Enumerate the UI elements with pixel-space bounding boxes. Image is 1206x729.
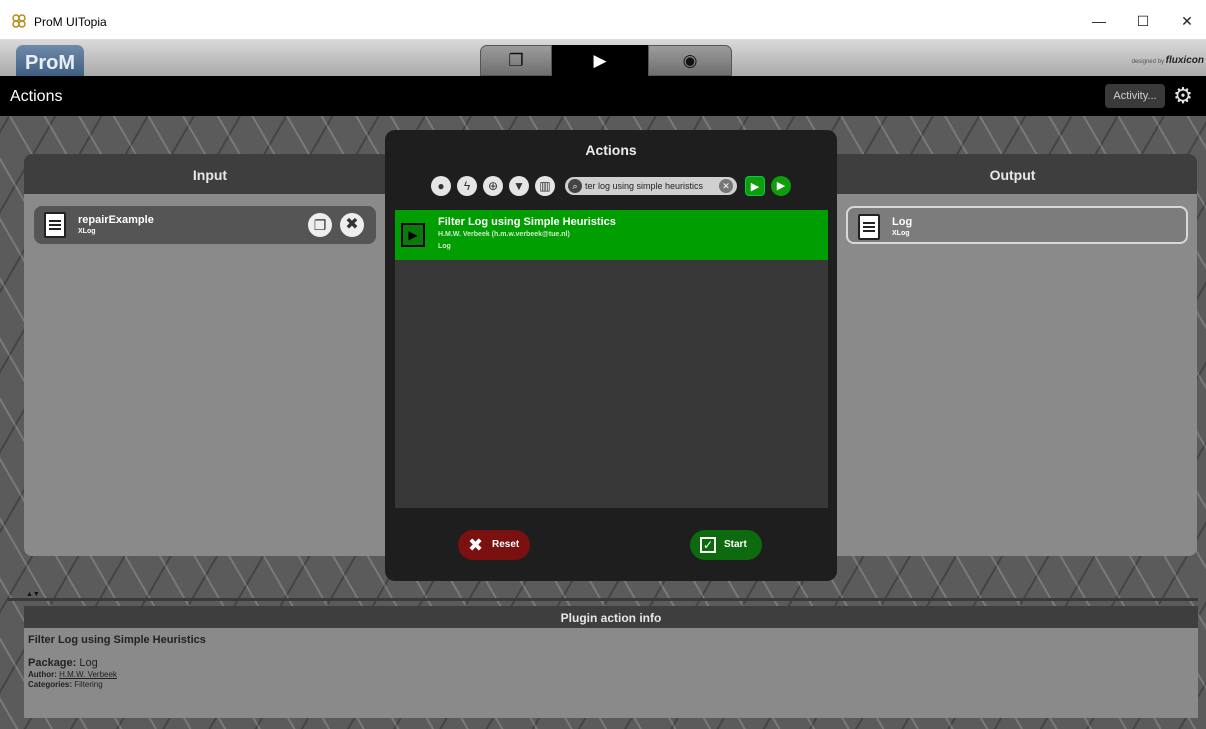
input-item-type: XLog <box>78 228 96 235</box>
funnel-icon[interactable]: ▼ <box>509 176 529 196</box>
input-item[interactable]: repairExample XLog ❐ ✖ <box>34 206 376 244</box>
tab-workspace[interactable]: ❐ <box>480 45 552 76</box>
maximize-button[interactable]: ☐ <box>1126 8 1160 34</box>
view-tabs: ❐ ▶ ◉ <box>480 45 732 76</box>
checkbox-icon: ✓ <box>700 537 716 553</box>
remove-button[interactable]: ✖ <box>340 213 364 237</box>
plus-circle-icon[interactable]: ⊕ <box>483 176 503 196</box>
output-item-type: XLog <box>892 230 910 237</box>
list-item[interactable]: ▶ Filter Log using Simple Heuristics H.M… <box>395 210 828 260</box>
designed-by-credit: designed by fluxicon <box>1132 55 1204 66</box>
plugin-info-title: Plugin action info <box>24 606 1198 628</box>
input-item-name: repairExample <box>78 214 154 226</box>
close-window-button[interactable]: ✕ <box>1170 8 1204 34</box>
fluxicon-logo: fluxicon <box>1165 55 1204 66</box>
package-label: Package: <box>28 657 77 669</box>
actions-bar: Actions <box>0 76 1206 116</box>
bolt-icon[interactable]: ϟ <box>457 176 477 196</box>
dialog-title: Actions <box>585 142 637 158</box>
search-box: ⌕ ✕ <box>565 177 737 195</box>
prom-logo: ProM <box>16 45 84 76</box>
start-label: Start <box>724 539 747 550</box>
search-icon: ⌕ <box>568 179 582 193</box>
categories-value: Filtering <box>74 680 103 689</box>
action-package: Log <box>438 243 451 250</box>
lightbulb-icon[interactable]: ● <box>431 176 451 196</box>
output-panel-title: Output <box>828 154 1197 194</box>
plugin-info-panel: Plugin action info Filter Log using Simp… <box>24 606 1198 718</box>
window-titlebar: ProM UITopia — ☐ ✕ <box>0 0 1206 40</box>
reset-label: Reset <box>492 539 520 550</box>
action-filter-icon[interactable]: ▶ <box>745 176 765 196</box>
plugin-categories: Categories: Filtering <box>28 680 206 689</box>
split-divider[interactable] <box>8 598 1198 601</box>
output-item-name: Log <box>892 216 913 228</box>
prom-app-icon <box>12 14 26 28</box>
actions-dialog: Actions ● ϟ ⊕ ▼ ▥ ⌕ ✕ ▶ ▶ ▶ Filter Log u… <box>385 130 837 581</box>
categories-label: Categories: <box>28 680 73 689</box>
action-play-icon: ▶ <box>401 223 425 247</box>
action-name: Filter Log using Simple Heuristics <box>438 216 616 228</box>
eye-icon: ◉ <box>682 51 698 70</box>
plugin-package: Package: Log <box>28 657 206 669</box>
author-label: Author: <box>28 670 57 679</box>
copy-button[interactable]: ❐ <box>308 213 332 237</box>
clear-search-icon[interactable]: ✕ <box>719 179 733 193</box>
input-panel-title: Input <box>24 154 396 194</box>
chart-icon[interactable]: ▥ <box>535 176 555 196</box>
author-link[interactable]: H.M.W. Verbeek <box>59 670 117 679</box>
start-button[interactable]: ✓ Start <box>690 530 762 560</box>
document-icon <box>858 214 880 240</box>
action-author: H.M.W. Verbeek (h.m.w.verbeek@tue.nl) <box>438 231 570 238</box>
reset-button[interactable]: ✖ Reset <box>458 530 530 560</box>
gear-icon[interactable]: ⚙ <box>1170 83 1196 109</box>
search-input[interactable] <box>585 179 717 193</box>
plugin-info-body: Filter Log using Simple Heuristics Packa… <box>28 634 206 689</box>
activity-button[interactable]: Activity... <box>1105 84 1165 108</box>
play-circle-icon[interactable]: ▶ <box>771 176 791 196</box>
plugin-author: Author: H.M.W. Verbeek <box>28 670 206 679</box>
page-title: Actions <box>10 88 63 105</box>
close-icon: ✖ <box>468 535 484 555</box>
window-title: ProM UITopia <box>34 15 107 29</box>
input-panel: Input repairExample XLog ❐ ✖ <box>24 154 396 556</box>
action-list[interactable]: ▶ Filter Log using Simple Heuristics H.M… <box>395 210 828 508</box>
collapse-toggle-icon[interactable]: ▲▼ <box>26 590 46 600</box>
document-icon <box>44 212 66 238</box>
output-panel: Output Log XLog <box>828 154 1197 556</box>
tab-view[interactable]: ◉ <box>648 45 732 76</box>
documents-icon: ❐ <box>508 51 524 70</box>
output-item[interactable]: Log XLog <box>846 206 1188 244</box>
minimize-button[interactable]: — <box>1082 8 1116 34</box>
package-value: Log <box>79 657 98 669</box>
play-icon: ▶ <box>593 51 607 70</box>
plugin-name: Filter Log using Simple Heuristics <box>28 634 206 646</box>
tab-actions[interactable]: ▶ <box>552 45 648 76</box>
designed-by-text: designed by <box>1131 59 1164 65</box>
